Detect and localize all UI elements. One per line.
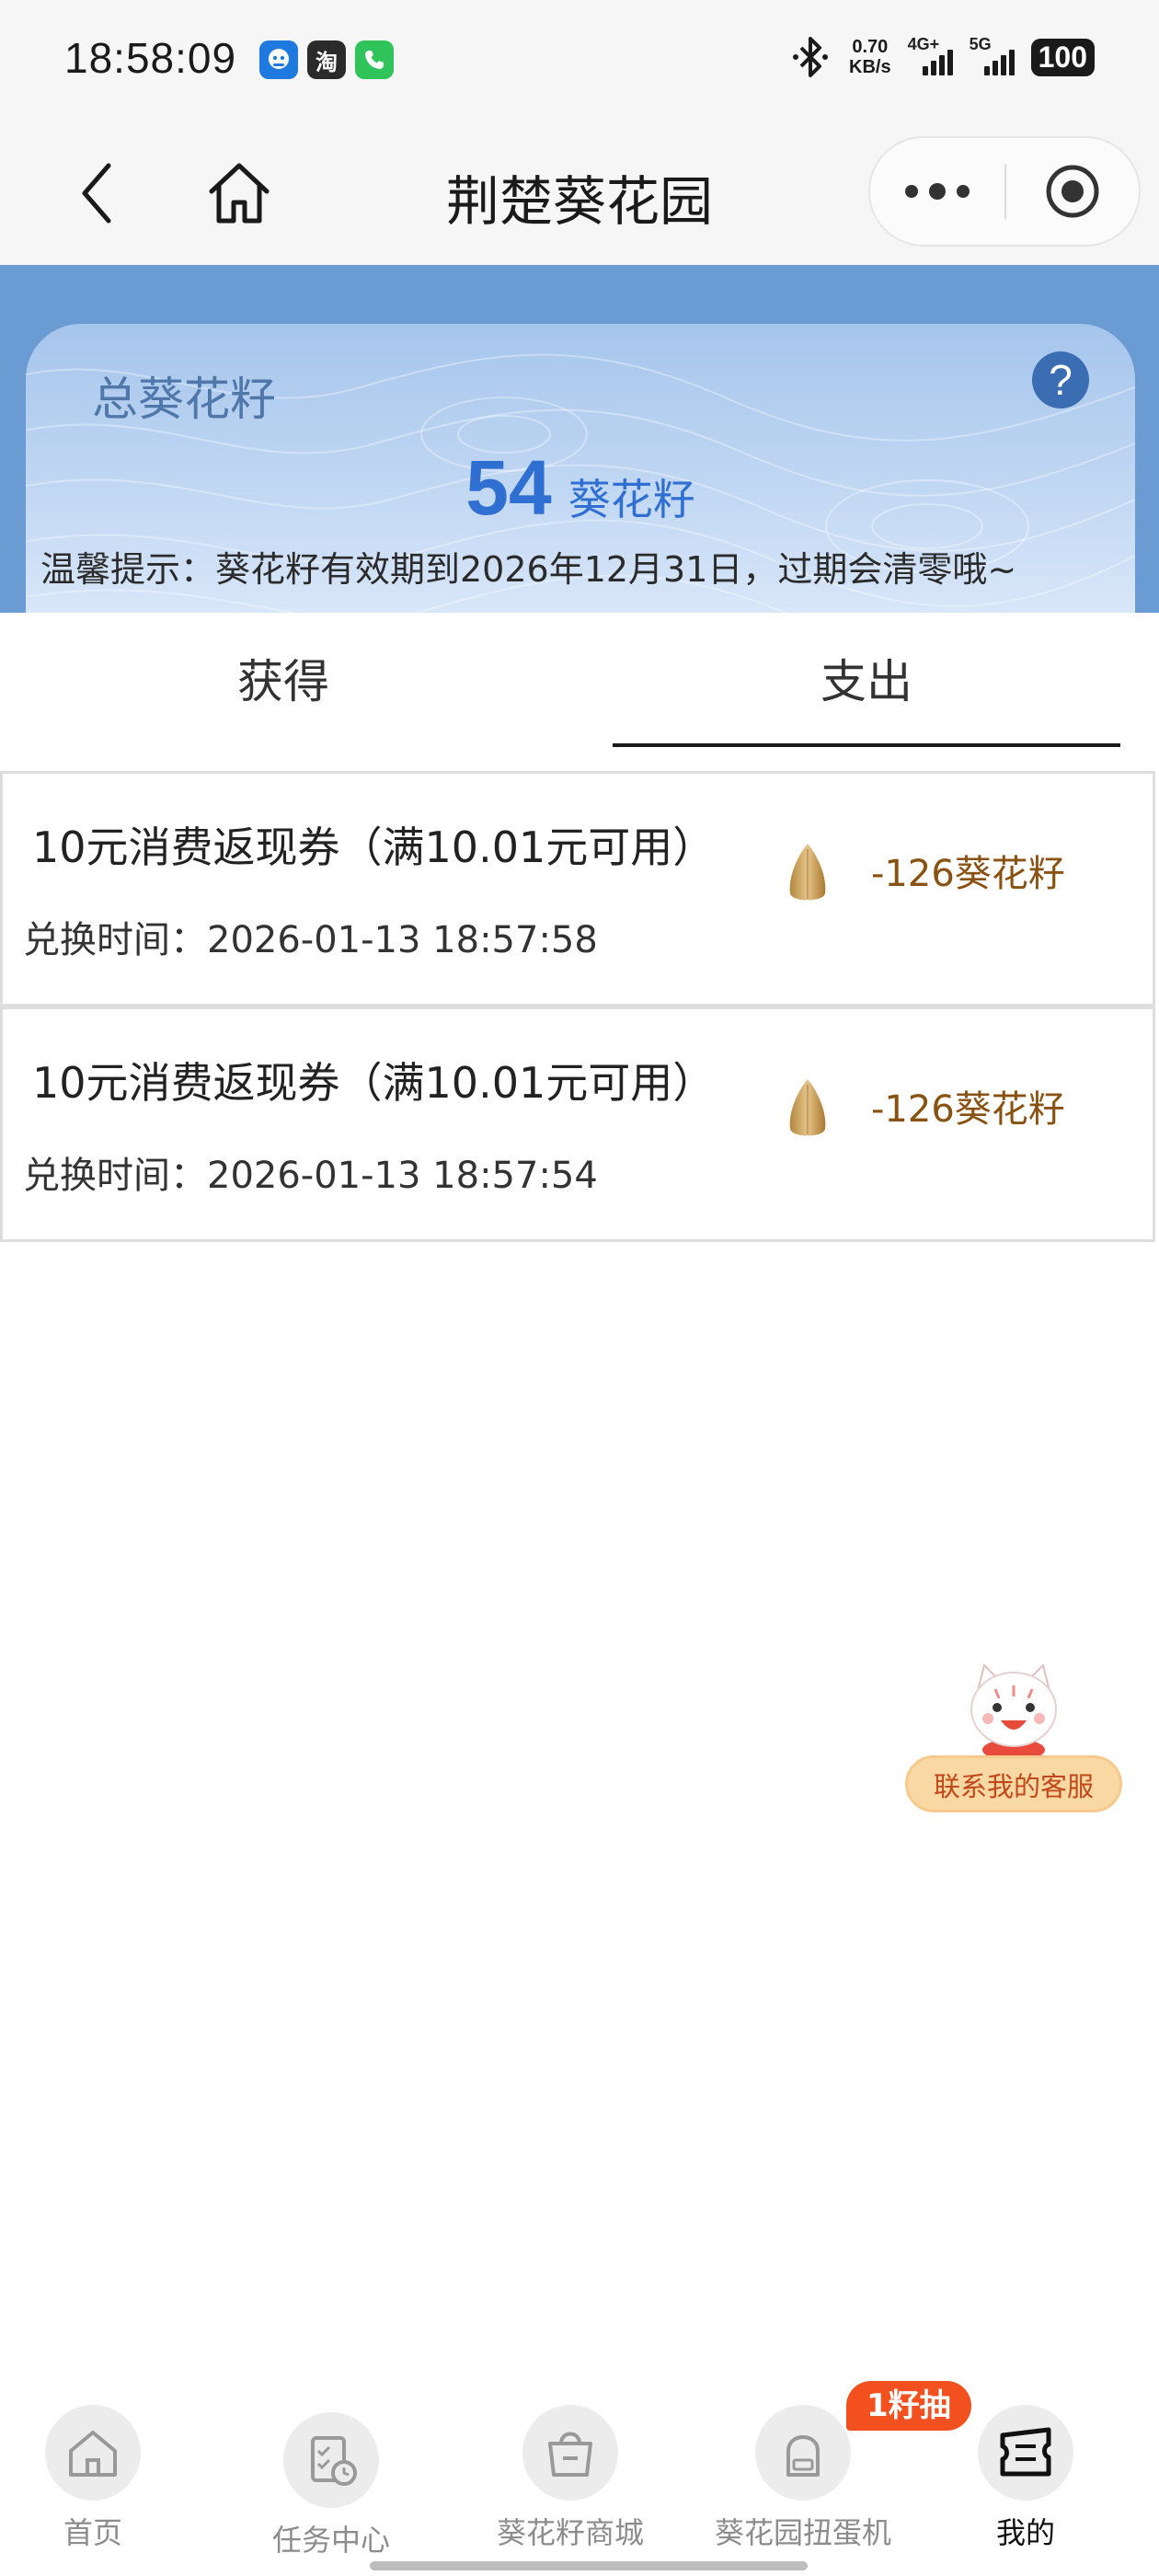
taobao-icon: 淘 (307, 40, 346, 79)
lottery-badge: 1籽抽 (846, 2381, 971, 2431)
list-item[interactable]: 10元消费返现券（满10.01元可用） 兑换时间：2026-01-13 18:5… (0, 1006, 1155, 1242)
expiry-tip: 温馨提示：葵花籽有效期到2026年12月31日，过期会清零哦~ (40, 549, 1017, 590)
target-circle-icon (1046, 165, 1099, 218)
status-time: 18:58:09 (64, 34, 237, 82)
record-time: 兑换时间：2026-01-13 18:57:58 (23, 919, 598, 961)
record-amount: -126葵花籽 (871, 853, 1065, 895)
gacha-machine-icon (755, 2405, 851, 2501)
signal-4g-icon: 4G+ (908, 35, 953, 75)
record-time: 兑换时间：2026-01-13 18:57:54 (23, 1155, 598, 1197)
home-icon (45, 2405, 141, 2501)
tabbar-item-home[interactable]: 首页 (0, 2405, 199, 2552)
close-miniprogram-button[interactable] (1006, 138, 1139, 245)
bottom-tab-bar: 首页 任务中心 葵花籽商城 葵花园扭蛋机 我的 1籽抽 (0, 2368, 1159, 2576)
summary-card: 总葵花籽 ? 54 葵花籽 温馨提示：葵花籽有效期到2026年12月31日，过期会… (26, 324, 1135, 613)
tab-earn[interactable]: 获得 (0, 613, 567, 751)
battery-indicator: 100 (1030, 38, 1095, 76)
task-icon (283, 2412, 379, 2508)
home-indicator (370, 2561, 808, 2570)
cat-mascot-icon (970, 1663, 1057, 1761)
phone-call-icon (355, 40, 394, 79)
seed-balance-unit: 葵花籽 (568, 475, 695, 524)
seed-balance-value: 54 (465, 444, 552, 531)
more-button[interactable] (870, 138, 1004, 245)
notification-icons: 淘 (259, 40, 394, 79)
record-amount: -126葵花籽 (871, 1088, 1065, 1131)
record-title: 10元消费返现券（满10.01元可用） (32, 1058, 716, 1108)
status-bar: 18:58:09 淘 0.70 KB/s 4G+ 5G 100 (0, 0, 1159, 120)
active-tab-indicator (613, 743, 1120, 747)
chat-app-icon (259, 40, 298, 79)
sunflower-seed-icon (789, 1079, 826, 1136)
shopping-bag-icon (522, 2405, 618, 2501)
network-speed: 0.70 KB/s (849, 37, 891, 77)
list-item[interactable]: 10元消费返现券（满10.01元可用） 兑换时间：2026-01-13 18:5… (0, 771, 1155, 1006)
bluetooth-icon (793, 37, 829, 77)
summary-header: 总葵花籽 ? 54 葵花籽 温馨提示：葵花籽有效期到2026年12月31日，过期会… (0, 265, 1159, 613)
help-icon[interactable]: ? (1032, 351, 1089, 408)
tab-spend[interactable]: 支出 (613, 613, 1120, 751)
navigation-bar: 荆楚葵花园 (0, 120, 1159, 265)
seed-balance: 54 葵花籽 (26, 443, 1135, 533)
customer-service-label: 联系我的客服 (905, 1755, 1122, 1812)
signal-5g-icon: 5G (970, 35, 1015, 75)
ticket-icon (978, 2405, 1073, 2501)
spend-records-list: 10元消费返现券（满10.01元可用） 兑换时间：2026-01-13 18:5… (0, 771, 1159, 1242)
record-tabs: 获得 支出 (0, 613, 1159, 751)
tabbar-item-tasks[interactable]: 任务中心 (225, 2412, 437, 2559)
total-seeds-label: 总葵花籽 (92, 373, 276, 426)
customer-service-button[interactable]: 联系我的客服 (905, 1662, 1122, 1818)
record-title: 10元消费返现券（满10.01元可用） (32, 822, 716, 872)
tabbar-item-mall[interactable]: 葵花籽商城 (465, 2405, 676, 2552)
more-dots-icon (905, 183, 970, 200)
miniprogram-capsule (868, 136, 1141, 247)
sunflower-seed-icon (789, 844, 826, 901)
status-indicators: 0.70 KB/s 4G+ 5G 100 (792, 35, 1095, 79)
